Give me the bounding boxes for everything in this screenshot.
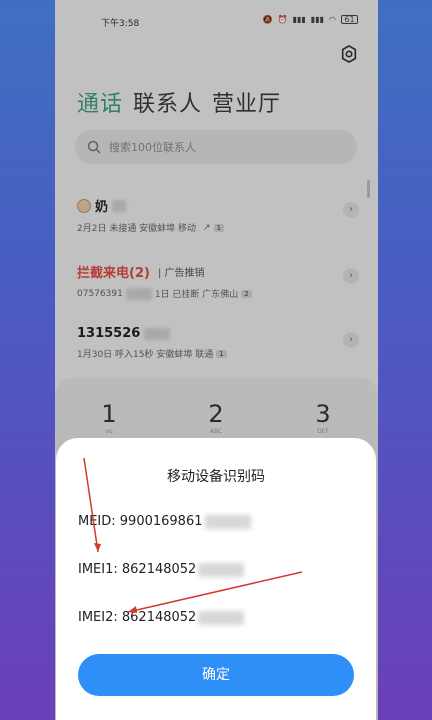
imei1-row: IMEI1: 862148052 [78, 562, 245, 577]
redaction [198, 610, 245, 625]
meid-row: MEID: 9900169861 [78, 514, 251, 529]
confirm-button[interactable]: 确定 [78, 654, 354, 696]
redaction [198, 562, 245, 577]
imei2-row: IMEI2: 862148052 [78, 610, 245, 625]
dialog-title: 移动设备识别码 [167, 469, 265, 485]
redaction [204, 514, 251, 529]
device-id-dialog: 移动设备识别码 MEID: 9900169861 IMEI1: 86214805… [56, 438, 376, 720]
